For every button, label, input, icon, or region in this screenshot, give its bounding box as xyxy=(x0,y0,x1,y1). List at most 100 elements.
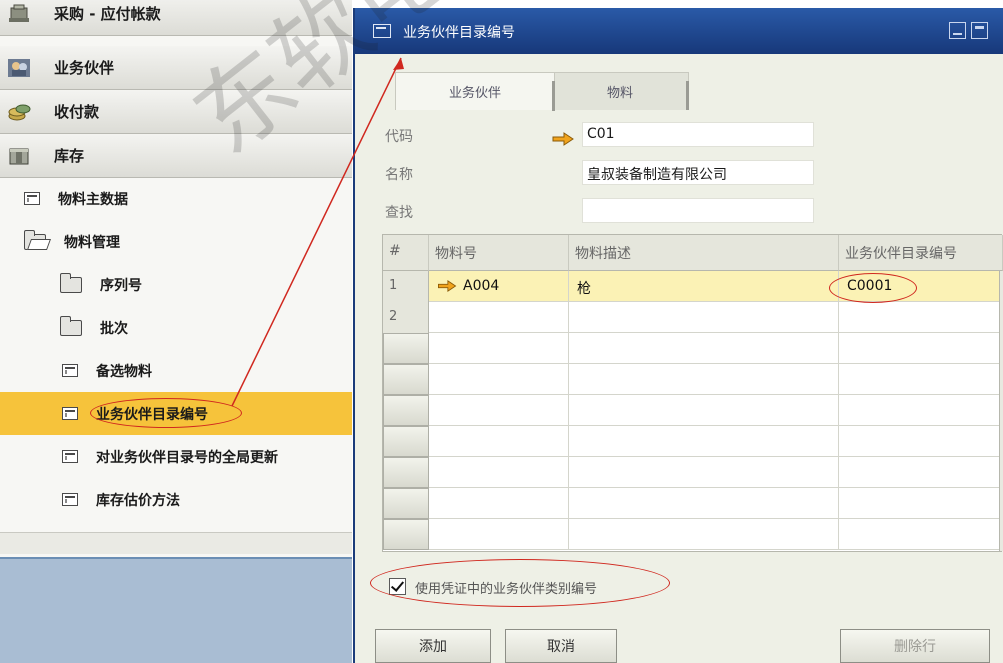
item-description-cell[interactable] xyxy=(569,395,839,426)
folder-open-icon xyxy=(24,229,46,250)
item-description-cell[interactable] xyxy=(569,333,839,364)
bp-catalog-dialog: 业务伙伴目录编号 业务伙伴 物料 代码 C01 名称 皇叔装备制造有限公司 查找… xyxy=(353,8,1003,663)
bp-catalog-no-cell[interactable] xyxy=(839,395,1003,426)
form-icon xyxy=(62,450,78,463)
row-number[interactable] xyxy=(383,333,429,364)
bp-catalog-no-cell[interactable] xyxy=(839,457,1003,488)
nav-folder-serial-numbers[interactable]: 序列号 xyxy=(0,263,352,306)
nav-item-material-master[interactable]: 物料主数据 xyxy=(0,177,352,220)
bp-catalog-no-cell[interactable] xyxy=(839,426,1003,457)
nav-item-label: 业务伙伴目录编号 xyxy=(96,406,208,423)
module-label: 收付款 xyxy=(54,103,100,121)
column-header-item-no[interactable]: 物料号 xyxy=(429,235,569,271)
delete-row-button[interactable]: 删除行 xyxy=(840,629,990,663)
nav-item-label: 对业务伙伴目录号的全局更新 xyxy=(96,449,278,466)
bp-catalog-no-cell[interactable]: C0001 xyxy=(839,271,1003,302)
find-field[interactable] xyxy=(582,198,814,223)
row-number[interactable]: 2 xyxy=(383,302,429,333)
module-banking[interactable]: 收付款 xyxy=(0,90,352,134)
nav-background-area xyxy=(0,557,352,663)
item-no-cell[interactable] xyxy=(429,302,569,333)
dialog-titlebar[interactable]: 业务伙伴目录编号 xyxy=(355,8,1003,54)
table-row[interactable]: 2 xyxy=(383,302,1003,333)
column-header-number[interactable]: # xyxy=(383,235,429,271)
table-row[interactable] xyxy=(383,395,1003,426)
item-description-cell[interactable] xyxy=(569,426,839,457)
item-no-cell[interactable] xyxy=(429,519,569,550)
nav-item-bp-catalog-numbers[interactable]: 业务伙伴目录编号 xyxy=(0,392,352,435)
nav-bottom-strip xyxy=(0,532,352,554)
nav-item-label: 库存估价方法 xyxy=(96,492,180,509)
item-description-cell[interactable] xyxy=(569,519,839,550)
row-number[interactable] xyxy=(383,519,429,550)
purchasing-icon xyxy=(9,4,29,22)
item-description-cell[interactable] xyxy=(569,302,839,333)
nav-item-label: 物料主数据 xyxy=(58,191,128,208)
item-description-cell[interactable] xyxy=(569,457,839,488)
tab-business-partner[interactable]: 业务伙伴 xyxy=(395,72,555,111)
nav-item-label: 序列号 xyxy=(100,277,142,294)
bp-catalog-no-cell[interactable] xyxy=(839,302,1003,333)
row-number[interactable] xyxy=(383,395,429,426)
name-label: 名称 xyxy=(385,167,413,183)
nav-item-label: 备选物料 xyxy=(96,363,152,380)
grid-scrollbar[interactable] xyxy=(999,271,1003,551)
link-arrow-icon[interactable] xyxy=(437,280,457,292)
nav-folder-batches[interactable]: 批次 xyxy=(0,306,352,349)
tab-material[interactable]: 物料 xyxy=(551,72,689,110)
row-number[interactable] xyxy=(383,488,429,519)
item-no-cell[interactable] xyxy=(429,333,569,364)
nav-item-bp-catalog-global-update[interactable]: 对业务伙伴目录号的全局更新 xyxy=(0,435,352,478)
item-no-cell[interactable] xyxy=(429,395,569,426)
cancel-button[interactable]: 取消 xyxy=(505,629,617,663)
table-row[interactable] xyxy=(383,333,1003,364)
item-description-cell[interactable] xyxy=(569,488,839,519)
row-number[interactable] xyxy=(383,457,429,488)
use-bp-catalog-checkbox[interactable] xyxy=(389,578,406,595)
module-label: 业务伙伴 xyxy=(54,59,115,77)
row-number[interactable] xyxy=(383,426,429,457)
folder-icon xyxy=(60,315,82,336)
nav-item-inventory-valuation-method[interactable]: 库存估价方法 xyxy=(0,478,352,521)
catalog-grid: # 物料号 物料描述 业务伙伴目录编号 1 A004 枪 C0001 2 xyxy=(382,234,1003,552)
minimize-button[interactable] xyxy=(949,22,966,39)
item-no-cell[interactable]: A004 xyxy=(429,271,569,302)
item-no-cell[interactable] xyxy=(429,457,569,488)
item-no-cell[interactable] xyxy=(429,364,569,395)
column-header-item-description[interactable]: 物料描述 xyxy=(569,235,839,271)
item-description-cell[interactable] xyxy=(569,364,839,395)
bp-catalog-no-cell[interactable] xyxy=(839,519,1003,550)
banking-icon xyxy=(8,104,31,120)
module-inventory[interactable]: 库存 xyxy=(0,134,352,178)
row-number[interactable]: 1 xyxy=(383,271,429,302)
use-bp-catalog-label: 使用凭证中的业务伙伴类别编号 xyxy=(415,582,598,597)
add-button[interactable]: 添加 xyxy=(375,629,491,663)
business-partner-icon xyxy=(8,58,30,77)
bp-catalog-no-cell[interactable] xyxy=(839,364,1003,395)
maximize-button[interactable] xyxy=(971,22,988,39)
item-no-cell[interactable] xyxy=(429,488,569,519)
table-row[interactable] xyxy=(383,426,1003,457)
item-description-cell[interactable]: 枪 xyxy=(569,271,839,302)
table-row[interactable] xyxy=(383,519,1003,550)
item-no-cell[interactable] xyxy=(429,426,569,457)
folder-icon xyxy=(60,272,82,293)
table-row[interactable]: 1 A004 枪 C0001 xyxy=(383,271,1003,302)
nav-item-alternative-items[interactable]: 备选物料 xyxy=(0,349,352,392)
code-field[interactable]: C01 xyxy=(582,122,814,147)
table-row[interactable] xyxy=(383,457,1003,488)
nav-folder-material-management[interactable]: 物料管理 xyxy=(0,220,352,263)
module-purchasing[interactable]: 采购 - 应付帐款 xyxy=(0,0,352,36)
bp-catalog-no-cell[interactable] xyxy=(839,488,1003,519)
row-number[interactable] xyxy=(383,364,429,395)
module-business-partner[interactable]: 业务伙伴 xyxy=(0,46,352,90)
bp-catalog-no-cell[interactable] xyxy=(839,333,1003,364)
dialog-title: 业务伙伴目录编号 xyxy=(403,25,515,41)
column-header-bp-catalog-no[interactable]: 业务伙伴目录编号 xyxy=(839,235,1003,271)
table-row[interactable] xyxy=(383,364,1003,395)
window-form-icon xyxy=(373,24,391,38)
table-row[interactable] xyxy=(383,488,1003,519)
name-field[interactable]: 皇叔装备制造有限公司 xyxy=(582,160,814,185)
link-arrow-icon[interactable] xyxy=(552,132,574,146)
inventory-icon xyxy=(9,148,29,164)
